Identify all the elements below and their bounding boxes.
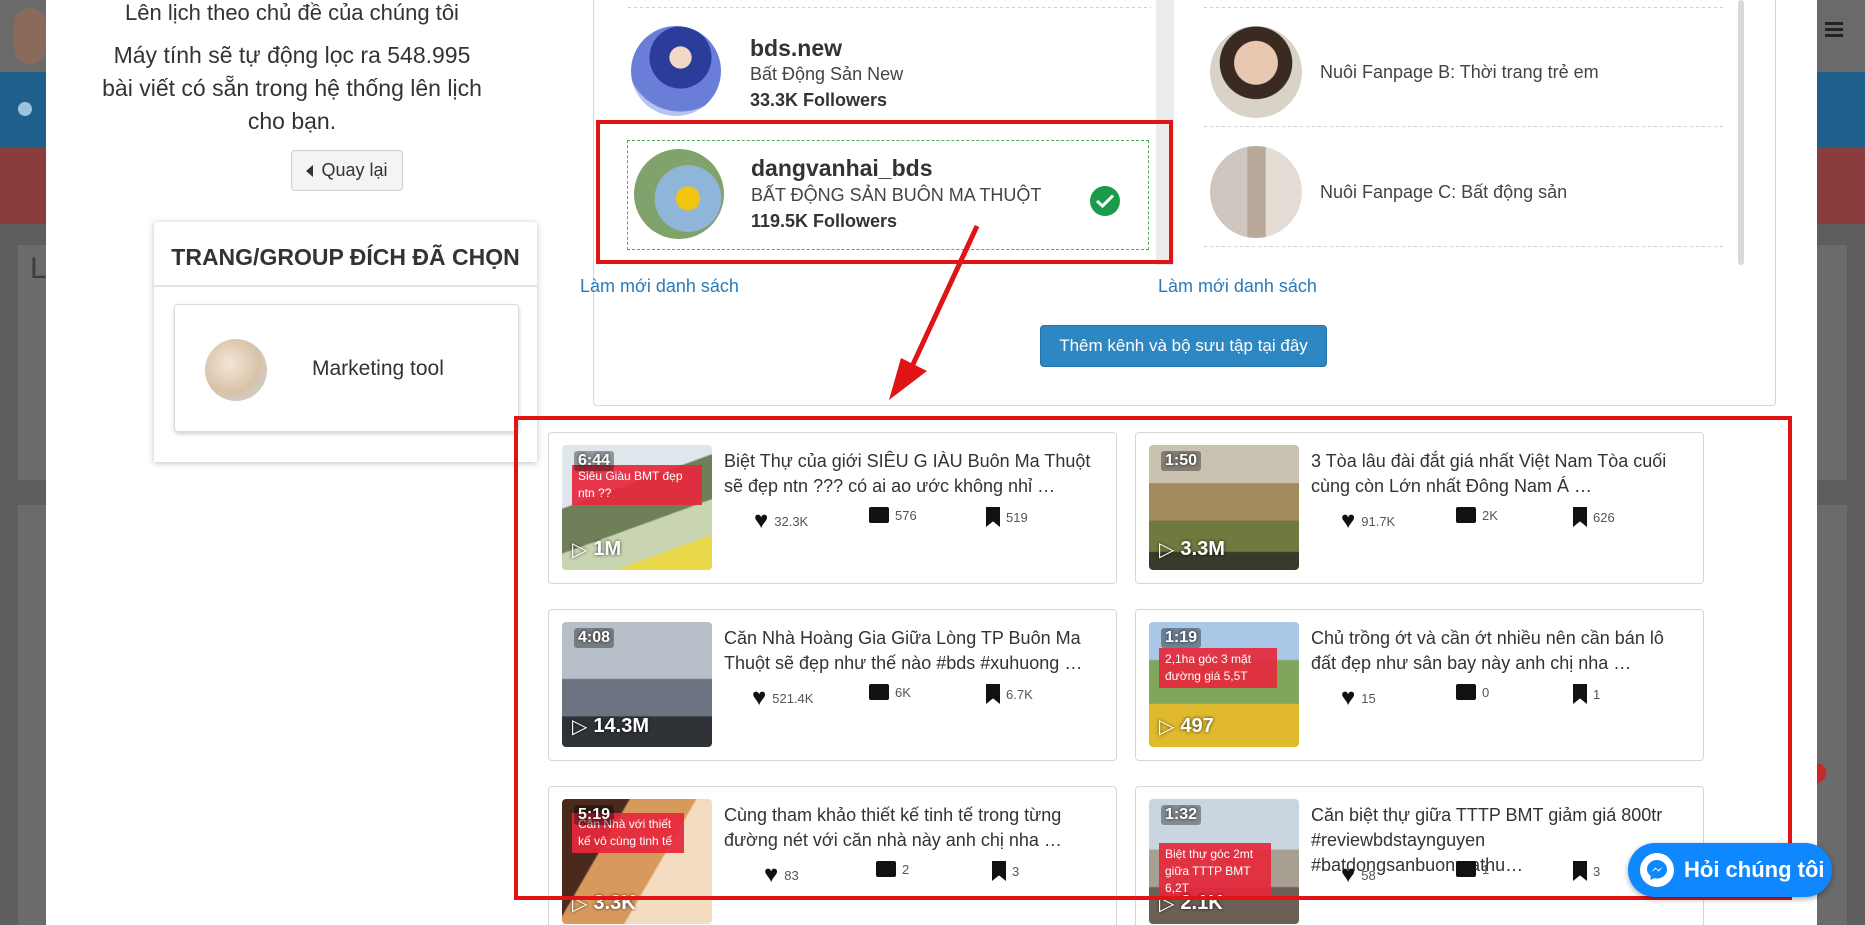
backdrop-nav-icon [18, 102, 32, 116]
annotation-box-video-list [514, 416, 1792, 900]
messenger-chat-button[interactable]: Hỏi chúng tôi [1628, 843, 1832, 897]
chat-button-label: Hỏi chúng tôi [1684, 857, 1825, 882]
messenger-icon [1640, 853, 1674, 887]
schedule-modal: Lên lịch theo chủ đề của chúng tôi Máy t… [46, 0, 1817, 925]
backdrop-logo [14, 8, 46, 64]
menu-icon[interactable] [1825, 22, 1843, 38]
backdrop-letter: L [30, 252, 47, 285]
